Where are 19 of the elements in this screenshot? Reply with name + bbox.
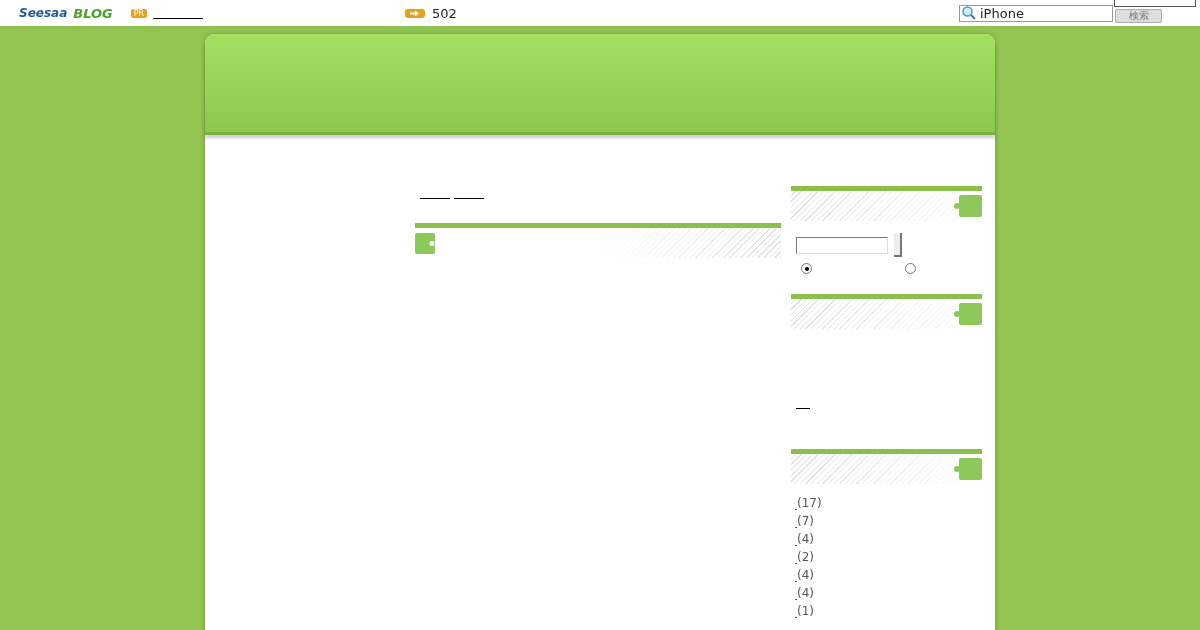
logo[interactable]: Seesaa [19,6,68,20]
counter-text: 502 [432,5,457,21]
search-field[interactable]: iPhone [959,4,1113,22]
input-field[interactable] [796,236,888,254]
category-count: (4) [797,568,814,582]
category-count: (2) [797,550,814,564]
pr-badge: PR [130,8,148,18]
category-count: (1) [797,604,814,618]
puzzle-icon [415,232,437,254]
category-count: (17) [797,496,822,510]
button[interactable] [894,233,902,257]
search-icon [962,6,976,20]
category-count: (4) [797,532,814,546]
puzzle-icon [954,195,982,217]
category-count: (4) [797,586,814,600]
search-button[interactable]: 検索 [1115,9,1162,23]
category-count: (7) [797,514,814,528]
puzzle-icon [954,458,982,480]
puzzle-icon [954,303,982,325]
